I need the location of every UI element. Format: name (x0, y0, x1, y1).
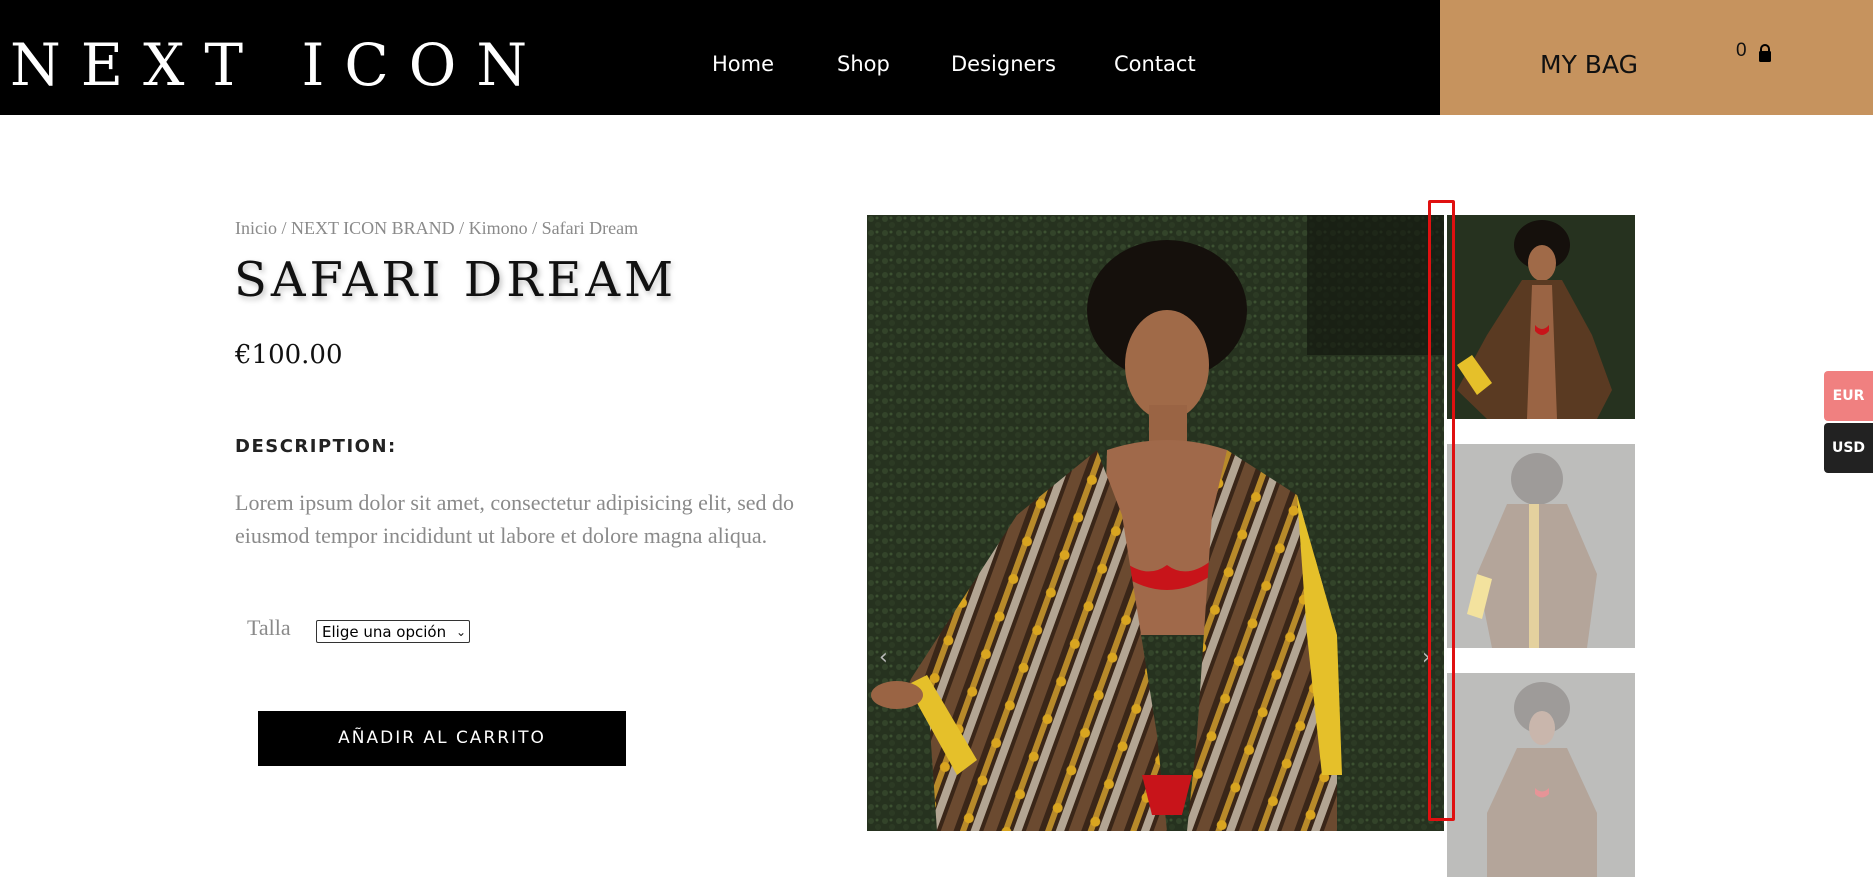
thumb-photo (1447, 215, 1635, 419)
shopping-bag-icon (1759, 44, 1771, 62)
thumb-photo (1447, 444, 1635, 648)
chevron-down-icon: ⌄ (455, 625, 466, 639)
currency-usd[interactable]: USD (1824, 423, 1873, 473)
site-logo[interactable]: NEXT ICON (10, 30, 547, 100)
gallery-thumb-3[interactable] (1447, 673, 1635, 877)
nav-contact[interactable]: Contact (1114, 52, 1196, 76)
size-label: Talla (247, 615, 291, 640)
description-heading: DESCRIPTION: (235, 436, 397, 457)
product-main-image[interactable]: ‹ › (867, 215, 1444, 831)
my-bag-label: MY BAG (1540, 50, 1638, 79)
size-select[interactable]: Elige una opción ⌄ (316, 620, 470, 643)
my-bag-button[interactable]: MY BAG 0 (1440, 0, 1873, 115)
currency-eur[interactable]: EUR (1824, 371, 1873, 421)
nav-designers[interactable]: Designers (951, 52, 1056, 76)
thumb-photo (1447, 673, 1635, 877)
gallery-prev-icon[interactable]: ‹ (879, 645, 888, 670)
site-header: NEXT ICON Home Shop Designers Contact MY… (0, 0, 1873, 115)
product-photo (867, 215, 1444, 831)
nav-shop[interactable]: Shop (837, 52, 890, 76)
highlight-box (1428, 200, 1455, 821)
size-select-value: Elige una opción (322, 623, 447, 641)
product-price: €100.00 (235, 340, 343, 370)
add-to-cart-button[interactable]: AÑADIR AL CARRITO (258, 711, 626, 766)
product-title: SAFARI DREAM (234, 252, 678, 308)
gallery-thumb-2[interactable] (1447, 444, 1635, 648)
breadcrumb[interactable]: Inicio / NEXT ICON BRAND / Kimono / Safa… (235, 218, 638, 239)
bag-count: 0 (1736, 40, 1747, 61)
nav-home[interactable]: Home (712, 52, 774, 76)
gallery-thumb-1[interactable] (1447, 215, 1635, 419)
product-description: Lorem ipsum dolor sit amet, consectetur … (235, 490, 795, 548)
